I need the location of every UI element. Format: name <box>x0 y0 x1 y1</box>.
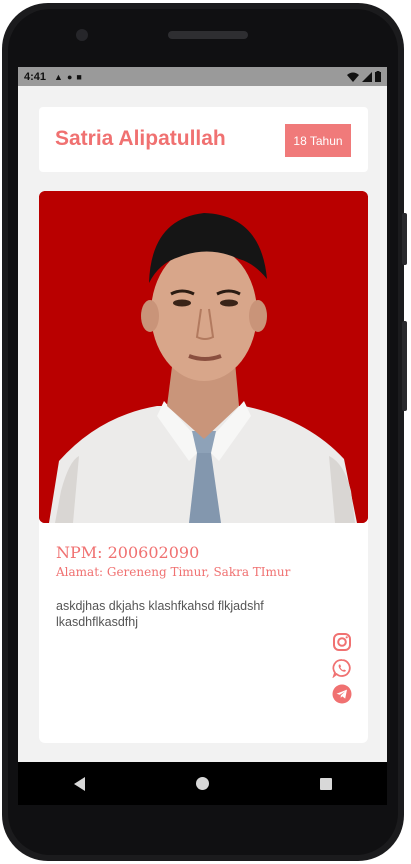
wifi-icon <box>347 72 359 82</box>
social-links <box>332 632 352 704</box>
earpiece-speaker <box>168 31 248 39</box>
android-nav-bar <box>18 762 387 805</box>
profile-name: Satria Alipatullah <box>55 127 226 150</box>
power-button <box>402 321 407 411</box>
profile-photo <box>39 191 368 523</box>
notification-a-icon: ▲ <box>54 71 63 82</box>
status-time: 4:41 <box>24 70 47 83</box>
recent-apps-icon[interactable] <box>319 777 332 790</box>
front-camera <box>76 29 88 41</box>
battery-icon <box>375 71 381 82</box>
volume-button <box>402 213 407 265</box>
signal-icon <box>362 71 372 82</box>
sd-card-icon: ■ <box>76 71 82 82</box>
notification-p-icon: ● <box>66 71 73 82</box>
back-icon[interactable] <box>73 776 85 791</box>
status-bar: 4:41 ▲ ● ■ <box>18 67 387 86</box>
app-content: Satria Alipatullah 18 Tahun NPM: 2006020… <box>18 86 387 762</box>
npm-text: NPM: 200602090 <box>56 543 200 562</box>
address-text: Alamat: Gereneng Timur, Sakra TImur <box>56 565 291 579</box>
device-screen: 4:41 ▲ ● ■ Satria Alipatullah 18 Tahun N… <box>18 67 387 805</box>
home-icon[interactable] <box>195 777 209 790</box>
header-card: Satria Alipatullah 18 Tahun <box>39 107 368 172</box>
age-badge: 18 Tahun <box>285 124 351 157</box>
telegram-icon[interactable] <box>332 684 352 704</box>
instagram-icon[interactable] <box>332 632 352 652</box>
description-text: askdjhas dkjahs klashfkahsd flkjadshf lk… <box>56 599 264 629</box>
profile-card: NPM: 200602090 Alamat: Gereneng Timur, S… <box>39 191 368 743</box>
whatsapp-icon[interactable] <box>332 658 352 678</box>
